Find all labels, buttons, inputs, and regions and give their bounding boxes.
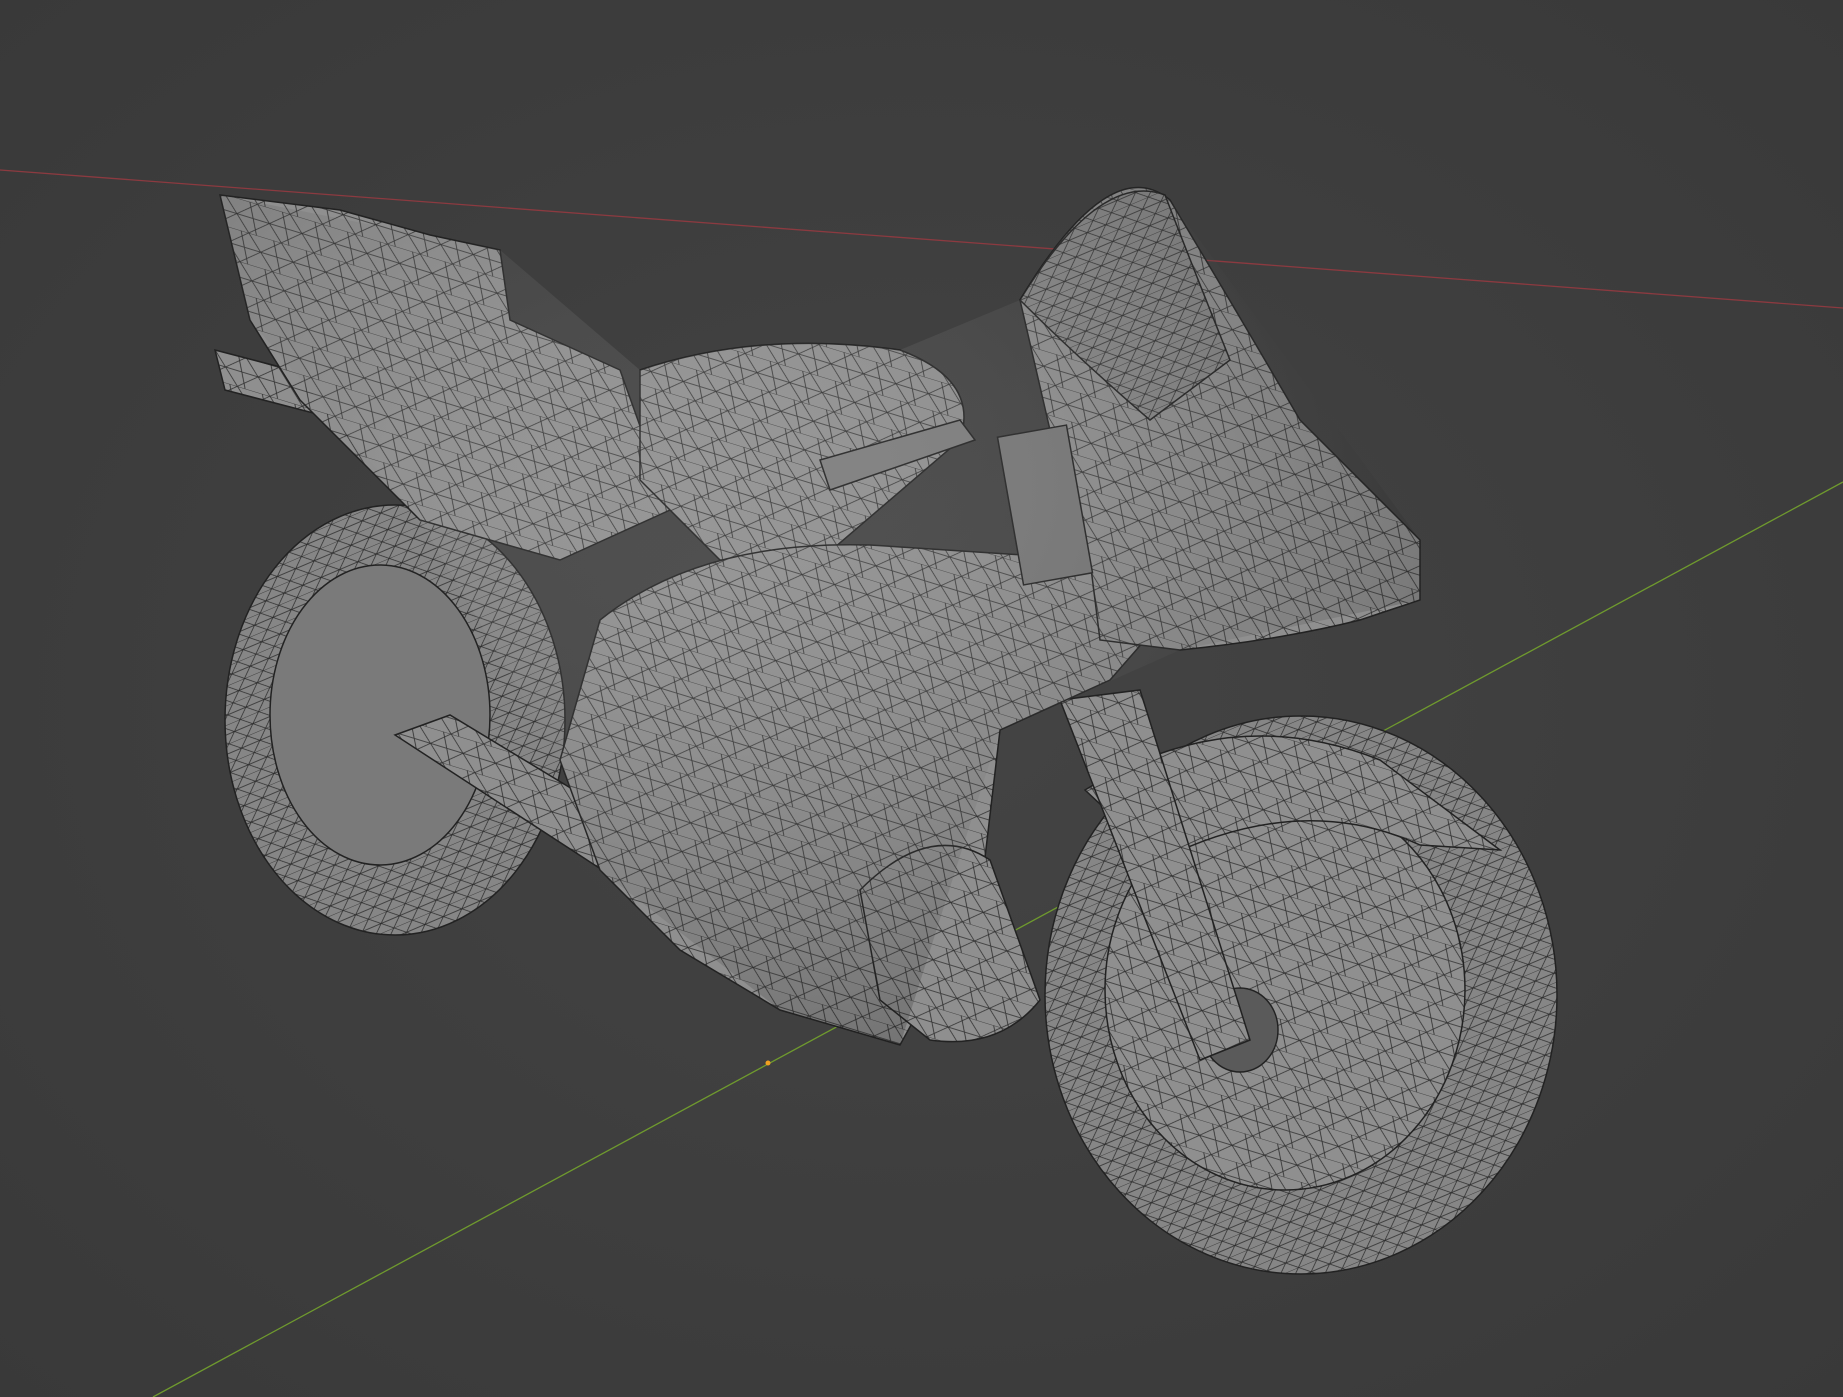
origin-point bbox=[765, 1060, 771, 1066]
motorcycle-mesh[interactable] bbox=[213, 186, 1558, 1275]
viewport-canvas[interactable] bbox=[0, 0, 1843, 1397]
rear-rim bbox=[269, 564, 491, 866]
3d-viewport[interactable] bbox=[0, 0, 1843, 1397]
